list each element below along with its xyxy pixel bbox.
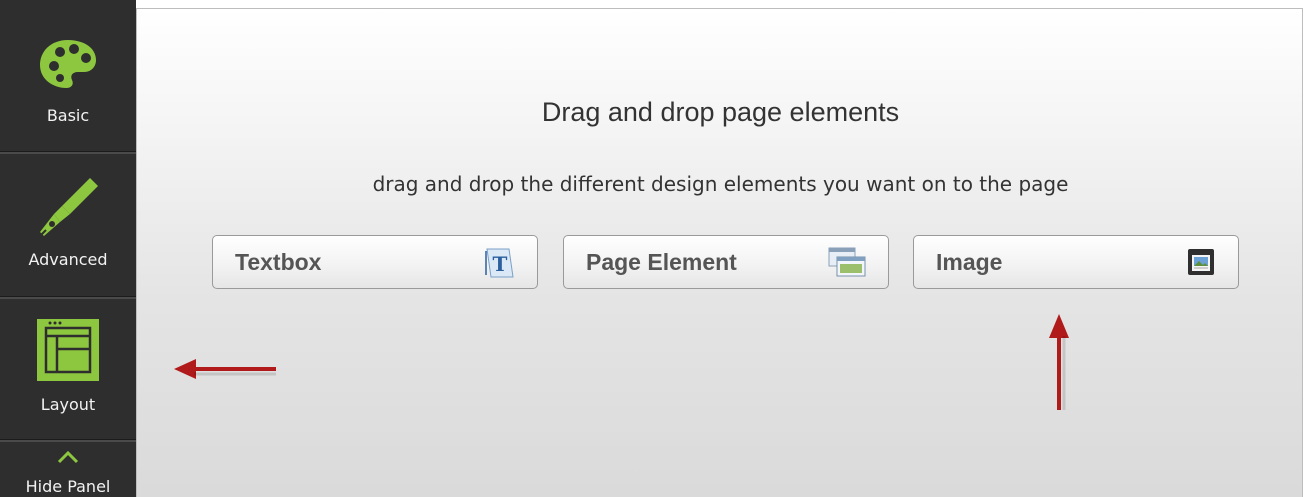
- page-title: Drag and drop page elements: [541, 97, 900, 127]
- textbox-icon: T: [483, 247, 515, 284]
- pen-nib-icon: [0, 174, 136, 240]
- panel-subtitle: drag and drop the different design eleme…: [372, 172, 1069, 196]
- elements-panel: Drag and drop page elements drag and dro…: [136, 8, 1303, 497]
- windows-icon: [828, 247, 866, 282]
- left-arrow-annotation: [174, 359, 276, 379]
- sidebar-item-basic[interactable]: Basic: [0, 0, 136, 152]
- palette-icon: [0, 38, 136, 90]
- up-arrow-annotation: [1049, 314, 1069, 410]
- sidebar-item-label: Hide Panel: [25, 477, 111, 496]
- textbox-element-button[interactable]: Textbox T: [212, 235, 538, 289]
- hide-panel-button[interactable]: Hide Panel: [0, 442, 136, 497]
- sidebar-item-label: Layout: [40, 395, 96, 414]
- chevron-up-icon: [0, 450, 136, 464]
- sidebar-item-layout[interactable]: Layout: [0, 299, 136, 439]
- image-icon: [1186, 247, 1216, 282]
- page-element-button[interactable]: Page Element: [563, 235, 889, 289]
- sidebar: Basic Advanced Layout Hide Panel: [0, 0, 136, 497]
- element-label: Textbox: [235, 249, 322, 275]
- layout-icon: [0, 319, 136, 381]
- element-label: Image: [936, 249, 1003, 275]
- sidebar-item-label: Basic: [46, 106, 90, 125]
- image-element-button[interactable]: Image: [913, 235, 1239, 289]
- sidebar-item-label: Advanced: [28, 250, 108, 269]
- sidebar-item-advanced[interactable]: Advanced: [0, 154, 136, 296]
- element-label: Page Element: [586, 249, 737, 275]
- svg-text:T: T: [493, 252, 508, 276]
